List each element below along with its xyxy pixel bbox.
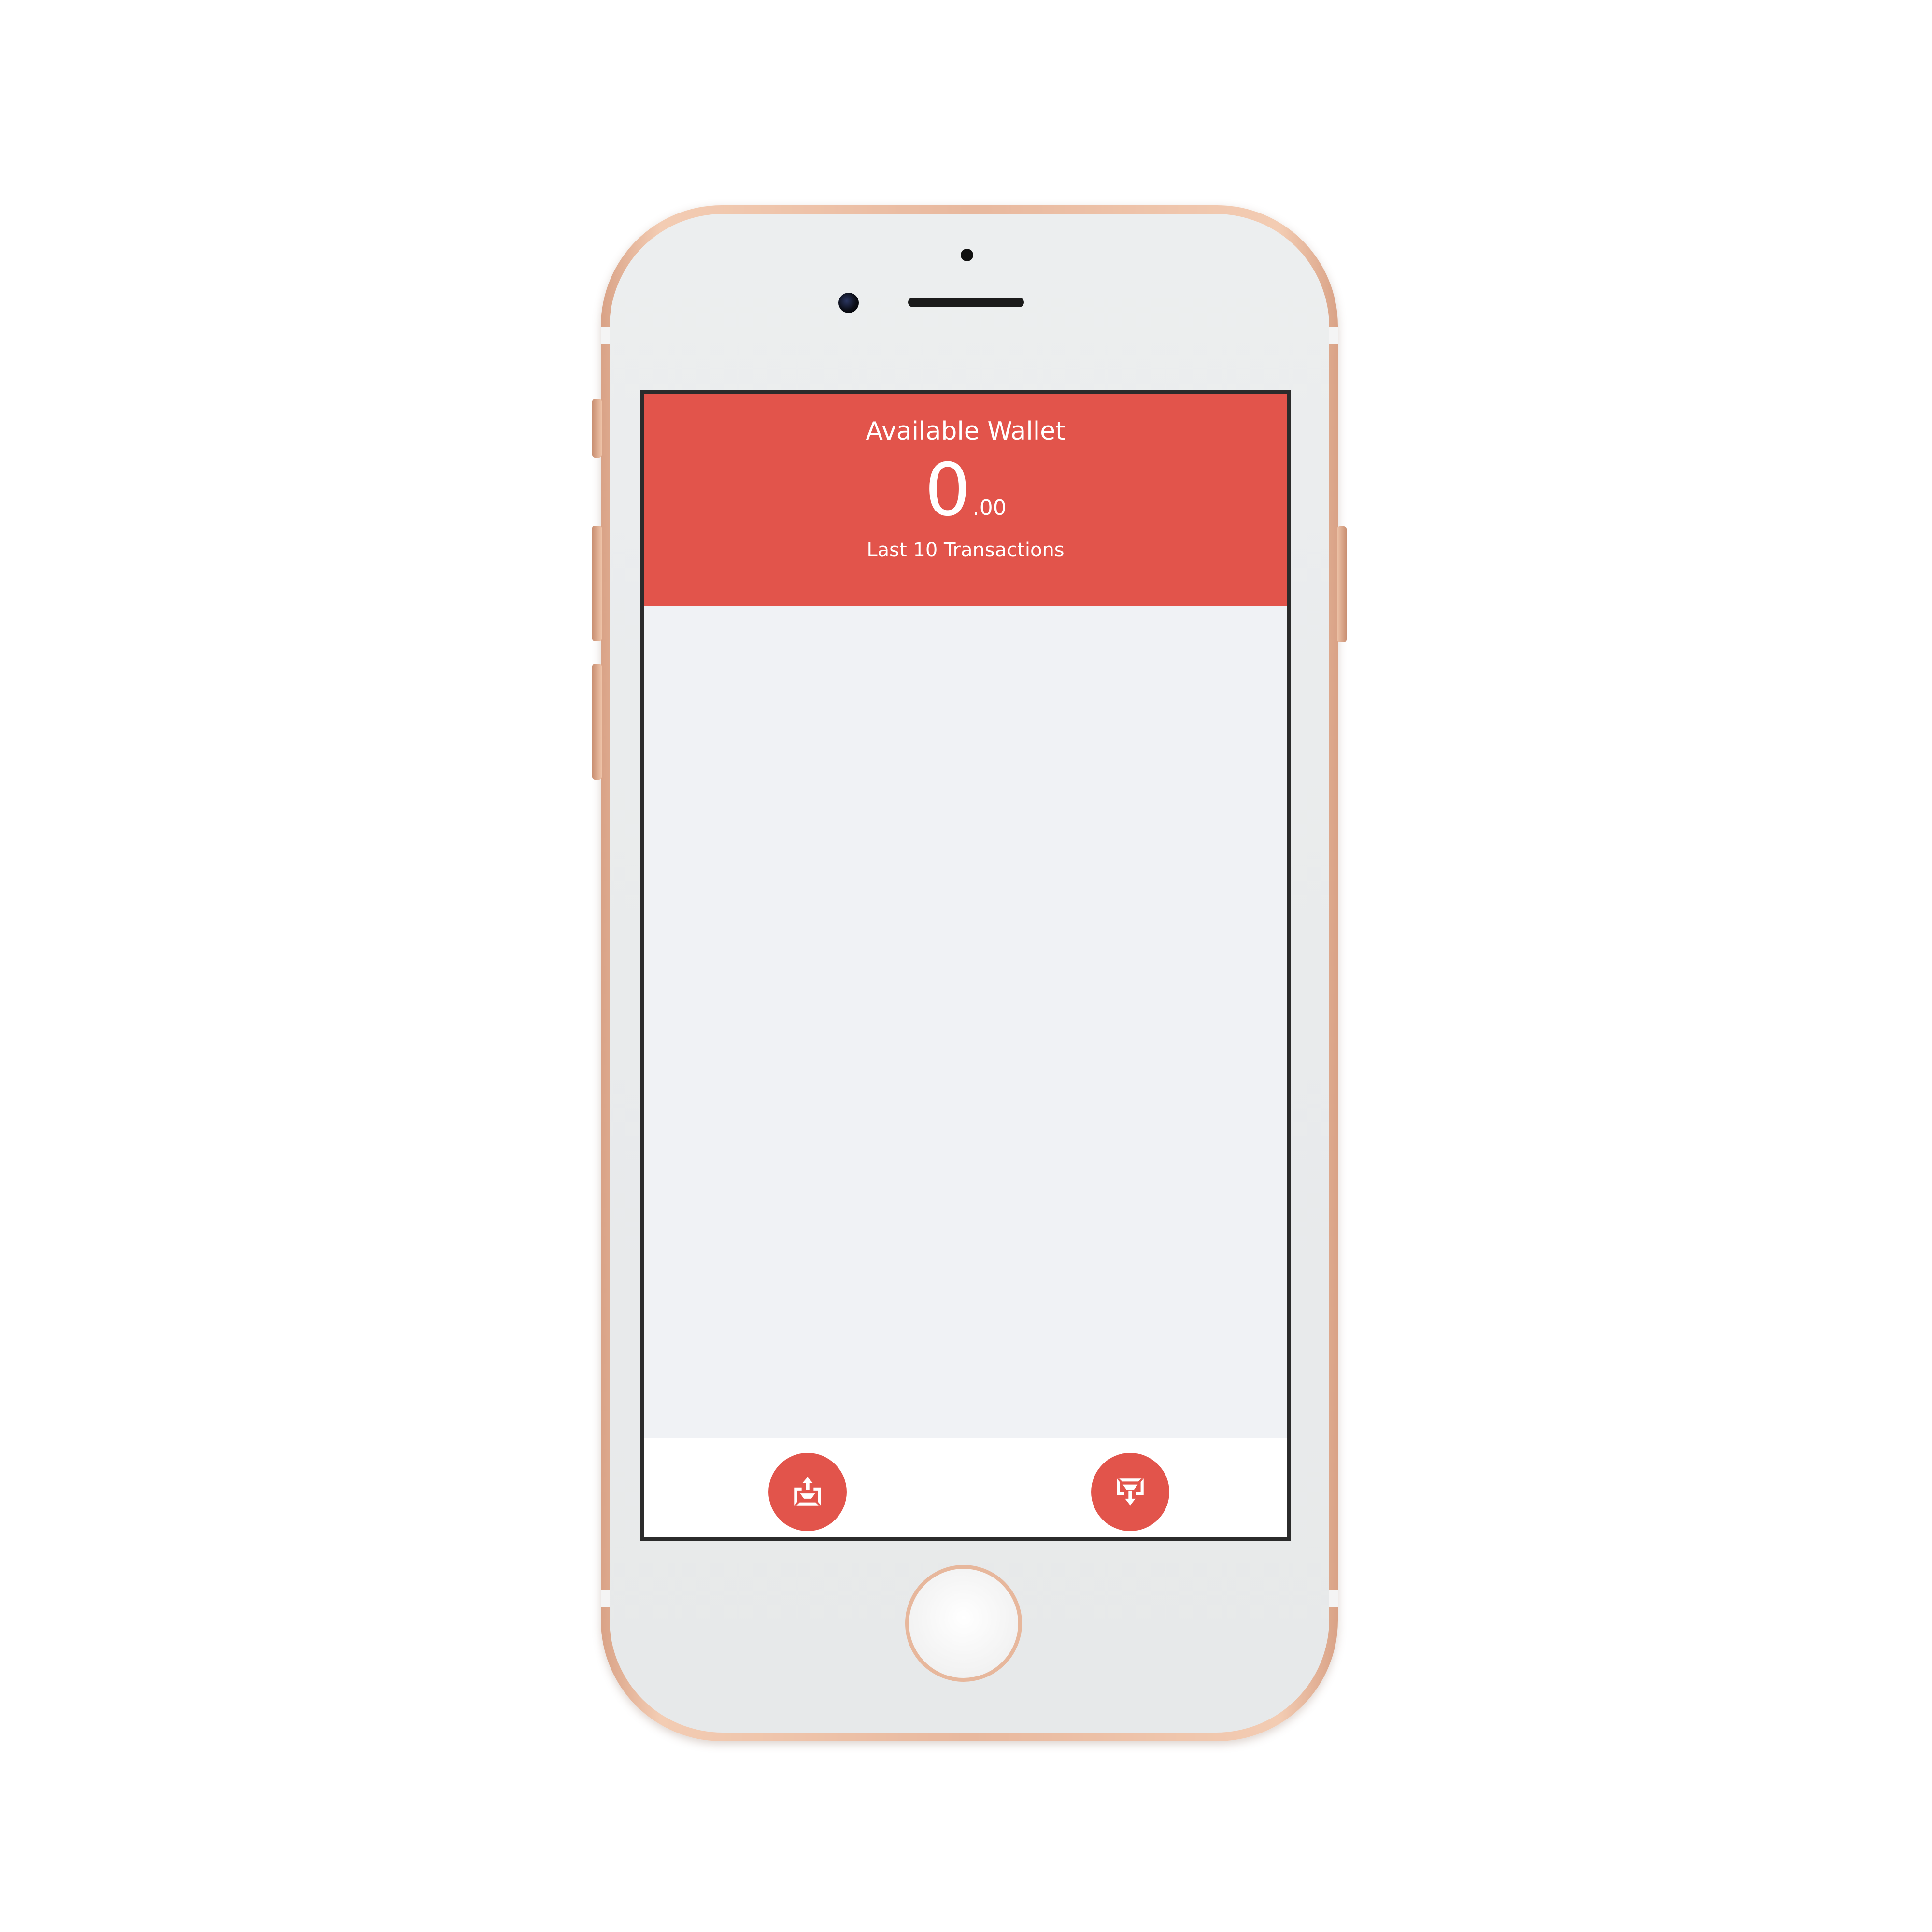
power-button — [1337, 526, 1347, 642]
wallet-balance: 0.00 — [644, 452, 1287, 551]
bottom-action-bar — [644, 1438, 1287, 1537]
antenna-band — [1329, 1590, 1338, 1607]
antenna-band — [601, 1590, 610, 1607]
wallet-title: Available Wallet — [866, 417, 1065, 446]
transactions-list[interactable] — [644, 606, 1287, 1445]
volume-up-button — [592, 526, 602, 641]
proximity-sensor — [961, 249, 973, 261]
volume-down-button — [592, 664, 602, 780]
balance-decimal: .00 — [972, 496, 1007, 520]
wallet-send-icon — [794, 1477, 821, 1506]
antenna-band — [601, 327, 610, 344]
receive-money-button[interactable] — [1091, 1453, 1169, 1531]
balance-integer: 0 — [924, 448, 971, 532]
send-money-button[interactable] — [768, 1453, 847, 1531]
device-mockup: Available Wallet 0.00 Last 10 Transactio… — [0, 0, 1932, 1932]
home-button[interactable] — [905, 1565, 1022, 1682]
app-screen: Available Wallet 0.00 Last 10 Transactio… — [640, 390, 1291, 1541]
earpiece-speaker — [908, 298, 1024, 307]
front-camera — [838, 293, 859, 313]
wallet-header: Available Wallet 0.00 Last 10 Transactio… — [644, 394, 1287, 606]
mute-switch — [592, 399, 602, 458]
transactions-heading: Last 10 Transactions — [867, 539, 1065, 561]
wallet-receive-icon — [1117, 1478, 1144, 1506]
antenna-band — [1329, 327, 1338, 344]
